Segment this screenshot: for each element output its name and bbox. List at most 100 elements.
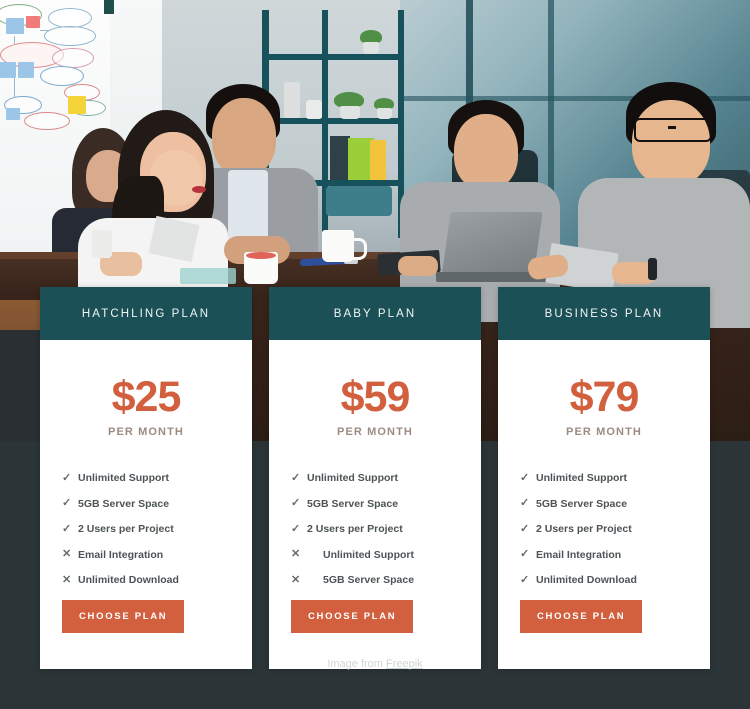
plant-pot — [363, 42, 379, 54]
plan-name: HATCHLING PLAN — [81, 307, 211, 320]
lips — [192, 186, 206, 193]
coffee-mug — [244, 252, 278, 284]
sticky-note — [6, 18, 24, 34]
whiteboard-bubble — [52, 48, 94, 68]
plan-name: BABY PLAN — [333, 307, 417, 320]
whiteboard-bubble — [24, 112, 70, 130]
feature-item: ✕ Unlimited Download — [62, 574, 230, 586]
card-body: $79 PER MONTH ✓ Unlimited Support ✓ 5GB … — [498, 340, 710, 669]
feature-label: 5GB Server Space — [78, 497, 170, 510]
feature-label: 5GB Server Space — [307, 497, 399, 510]
feature-label: 2 Users per Project — [536, 523, 632, 535]
feature-list: ✓ Unlimited Support ✓ 5GB Server Space ✓… — [520, 472, 688, 600]
whiteboard-clip — [104, 0, 114, 14]
feature-label: 5GB Server Space — [536, 497, 628, 510]
shelf-vase — [306, 100, 322, 119]
mug-handle — [352, 238, 367, 260]
pricing-card-baby: BABY PLAN $59 PER MONTH ✓ Unlimited Supp… — [269, 287, 481, 669]
sticky-note — [18, 62, 34, 78]
choose-plan-button[interactable]: CHOOSE PLAN — [520, 599, 643, 633]
feature-item: ✓ 2 Users per Project — [520, 523, 688, 535]
plan-name: BUSINESS PLAN — [544, 307, 664, 320]
feature-label: Unlimited Support — [307, 472, 398, 484]
shelf-binder — [370, 140, 386, 180]
check-icon: ✓ — [62, 522, 72, 535]
whiteboard-bubble — [48, 8, 92, 28]
choose-plan-button[interactable]: CHOOSE PLAN — [62, 599, 185, 633]
pricing-card-hatchling: HATCHLING PLAN $25 PER MONTH ✓ Unlimited… — [40, 287, 252, 669]
feature-item: ✓ Unlimited Support — [62, 472, 230, 484]
feature-label: Unlimited Support — [78, 472, 169, 484]
feature-item: ✓ Email Integration — [520, 549, 688, 561]
whiteboard-bubble — [44, 26, 96, 46]
feature-item: ✓ Unlimited Support — [291, 472, 459, 484]
check-icon: ✓ — [291, 522, 301, 535]
plant-pot — [377, 108, 392, 119]
feature-label: 2 Users per Project — [78, 523, 174, 535]
plan-price: $59 — [340, 373, 411, 421]
feature-item: ✕ 5GB Server Space — [291, 574, 459, 586]
card-header: BABY PLAN — [269, 287, 481, 340]
card-header: HATCHLING PLAN — [40, 287, 252, 340]
feature-label: Email Integration — [536, 548, 622, 561]
face — [632, 100, 710, 186]
whiteboard-connector — [14, 36, 16, 44]
mug-rim — [246, 252, 276, 259]
card-body: $59 PER MONTH ✓ Unlimited Support ✓ 5GB … — [269, 340, 481, 669]
plan-price: $25 — [111, 373, 182, 421]
wristwatch — [648, 258, 657, 280]
cross-icon: ✕ — [291, 548, 301, 560]
check-icon: ✓ — [520, 522, 530, 535]
whiteboard-connector — [14, 78, 16, 98]
feature-item: ✓ 2 Users per Project — [62, 523, 230, 535]
glasses-icon — [634, 118, 712, 142]
check-icon: ✓ — [291, 497, 301, 509]
sticky-note — [0, 62, 16, 78]
plant-pot — [340, 106, 360, 119]
feature-item: ✓ 5GB Server Space — [62, 498, 230, 510]
card-header: BUSINESS PLAN — [498, 287, 710, 340]
feature-item: ✕ Unlimited Support — [291, 549, 459, 561]
check-icon: ✓ — [520, 497, 530, 509]
shelf-plank — [262, 54, 404, 60]
background-chair — [326, 186, 392, 216]
feature-item: ✓ Unlimited Download — [520, 574, 688, 586]
feature-item: ✓ 2 Users per Project — [291, 523, 459, 535]
plan-price: $79 — [569, 373, 640, 421]
pricing-cards: HATCHLING PLAN $25 PER MONTH ✓ Unlimited… — [40, 287, 710, 669]
sticky-note — [68, 96, 86, 114]
feature-list: ✓ Unlimited Support ✓ 5GB Server Space ✓… — [62, 472, 230, 600]
coffee-mug — [322, 230, 354, 262]
feature-label: Unlimited Support — [536, 472, 627, 484]
feature-item: ✕ Email Integration — [62, 549, 230, 561]
cross-icon: ✕ — [291, 573, 301, 586]
paper-cup — [92, 230, 112, 258]
feature-label: Email Integration — [78, 548, 164, 561]
feature-label: Unlimited Support — [323, 548, 414, 561]
feature-label: 2 Users per Project — [307, 523, 403, 535]
feature-label: Unlimited Download — [536, 574, 637, 586]
check-icon: ✓ — [291, 471, 301, 484]
plan-period: PER MONTH — [566, 426, 642, 438]
hand — [398, 256, 438, 276]
plan-period: PER MONTH — [108, 426, 184, 438]
whiteboard-bubble — [40, 66, 84, 86]
image-credit: Image from Freepik — [0, 658, 750, 670]
check-icon: ✓ — [62, 497, 72, 509]
plan-period: PER MONTH — [337, 426, 413, 438]
face — [454, 114, 518, 190]
pricing-card-business: BUSINESS PLAN $79 PER MONTH ✓ Unlimited … — [498, 287, 710, 669]
whiteboard-connector — [40, 30, 50, 32]
cross-icon: ✕ — [62, 573, 72, 586]
feature-item: ✓ Unlimited Support — [520, 472, 688, 484]
feature-item: ✓ 5GB Server Space — [520, 498, 688, 510]
check-icon: ✓ — [520, 573, 530, 586]
feature-label: 5GB Server Space — [323, 574, 415, 586]
sticky-note — [6, 108, 20, 120]
feature-list: ✓ Unlimited Support ✓ 5GB Server Space ✓… — [291, 472, 459, 600]
card-body: $25 PER MONTH ✓ Unlimited Support ✓ 5GB … — [40, 340, 252, 669]
freepik-link[interactable]: Freepik — [386, 658, 423, 670]
choose-plan-button[interactable]: CHOOSE PLAN — [291, 599, 414, 633]
check-icon: ✓ — [520, 471, 530, 484]
shelf-diffuser — [284, 82, 300, 118]
